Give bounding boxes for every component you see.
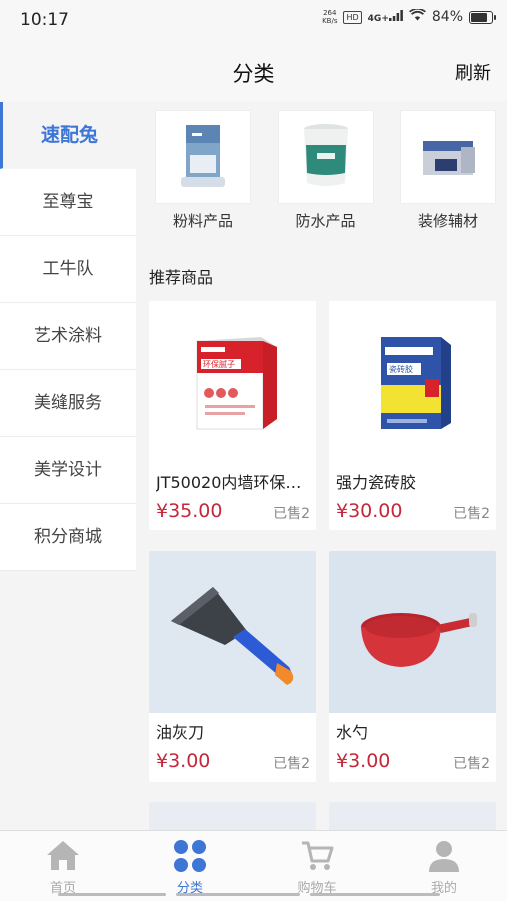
product-name: 强力瓷砖胶 [336,473,417,492]
category-decoration-materials[interactable]: 装修辅材 [393,102,503,231]
user-icon [427,839,461,877]
grid-icon [173,839,207,877]
sidebar-item-aesthetic-design[interactable]: 美学设计 [0,437,136,504]
decoration-product-image [400,110,496,204]
product-name: JT50020内墙环保… [156,473,302,492]
powder-product-image [155,110,251,204]
category-label: 装修辅材 [417,212,478,230]
sidebar-item-grout-service[interactable]: 美缝服务 [0,370,136,437]
network-speed: 264 KB/s [322,9,338,25]
battery-icon [469,10,496,24]
product-card[interactable]: 瓷砖胶 强力瓷砖胶 ¥30.00 已售2 [329,301,496,530]
product-price: ¥30.00 [336,500,403,522]
home-indicator [0,893,507,896]
product-image-putty-knife [149,551,316,713]
product-sold: 已售2 [273,506,310,522]
sidebar-item-art-coating[interactable]: 艺术涂料 [0,303,136,370]
product-image-tile-adhesive: 瓷砖胶 [329,301,496,463]
product-image-water-ladle [329,551,496,713]
waterproof-product-image [277,110,374,204]
hd-icon: HD [343,10,362,24]
header: 分类 刷新 [0,40,507,102]
sidebar-item-zhizunbao[interactable]: 至尊宝 [0,169,136,236]
content-area: 粉料产品 防水产品 装修辅材 推荐商品 环保腻子 JT50020内墙环保… ¥3… [136,102,507,830]
home-icon [46,839,80,875]
category-row: 粉料产品 防水产品 装修辅材 [148,102,503,231]
category-powder[interactable]: 粉料产品 [148,102,258,231]
product-price: ¥35.00 [156,500,223,522]
category-waterproof[interactable]: 防水产品 [271,102,381,231]
product-card-partial[interactable] [149,802,316,830]
product-card-partial[interactable] [329,802,496,830]
status-bar: 10:17 264 KB/s HD 4G+ 84% [0,0,507,40]
product-image-putty: 环保腻子 [149,301,316,463]
status-indicators: 264 KB/s HD 4G+ 84% [322,8,496,25]
product-price: ¥3.00 [156,750,211,772]
product-card[interactable]: 油灰刀 ¥3.00 已售2 [149,551,316,782]
product-card[interactable]: 环保腻子 JT50020内墙环保… ¥35.00 已售2 [149,301,316,530]
category-label: 防水产品 [295,212,356,230]
refresh-button[interactable]: 刷新 [455,59,491,85]
cart-icon [300,839,334,875]
product-sold: 已售2 [453,506,490,522]
recommended-title: 推荐商品 [149,268,214,287]
product-card[interactable]: 水勺 ¥3.00 已售2 [329,551,496,782]
product-price: ¥3.00 [336,750,391,772]
box-label: 环保腻子 [203,359,235,369]
product-name: 水勺 [336,723,369,742]
page-title: 分类 [232,62,275,86]
sidebar-item-points-mall[interactable]: 积分商城 [0,504,136,571]
product-name: 油灰刀 [156,723,205,742]
sidebar-item-supeitu[interactable]: 速配兔 [0,102,136,169]
category-label: 粉料产品 [172,212,233,230]
category-sidebar: 速配兔 至尊宝 工牛队 艺术涂料 美缝服务 美学设计 积分商城 [0,102,136,830]
product-sold: 已售2 [273,756,310,772]
sidebar-item-gongniudui[interactable]: 工牛队 [0,236,136,303]
bottom-tab-bar: 首页 分类 购物车 我的 [0,830,507,901]
battery-percent: 84% [431,9,463,25]
wifi-icon [408,8,426,25]
product-sold: 已售2 [453,756,490,772]
signal-icon: 4G+ [368,10,403,24]
box-label: 瓷砖胶 [389,364,413,374]
status-time: 10:17 [20,10,69,30]
